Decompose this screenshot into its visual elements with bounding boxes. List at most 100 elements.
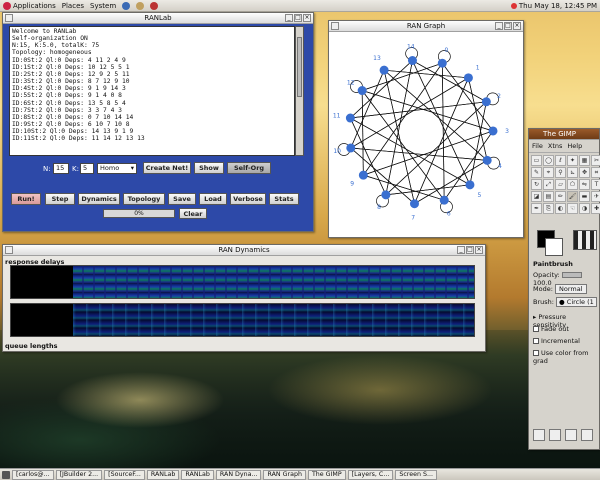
graph-node[interactable] [409, 199, 419, 209]
pattern-preview[interactable] [573, 230, 597, 250]
mode-select[interactable]: Normal [554, 284, 587, 294]
console-scrollbar[interactable] [295, 26, 304, 156]
clone-icon[interactable]: ⎘ [543, 203, 554, 214]
show-desktop-icon[interactable] [2, 470, 10, 479]
n-field[interactable]: 15 [53, 163, 69, 174]
ellipse-select-icon[interactable]: ◯ [543, 155, 554, 166]
maximize-icon[interactable]: □ [466, 246, 474, 254]
graph-node[interactable] [381, 190, 391, 200]
scrollbar-thumb[interactable] [297, 37, 302, 97]
color-select-icon[interactable]: ▦ [579, 155, 590, 166]
task-screenshot[interactable]: Screen S... [395, 469, 437, 480]
graph-node[interactable] [345, 113, 355, 123]
graph-node[interactable] [439, 195, 449, 205]
paintbrush-icon[interactable]: 🖌 [567, 191, 578, 202]
incremental-checkbox[interactable]: Incremental [533, 337, 580, 345]
ranlab-titlebar[interactable]: RANLab _ □ × [3, 13, 313, 24]
convolve-icon[interactable]: ◐ [555, 203, 566, 214]
graph-node[interactable] [379, 65, 389, 75]
text-icon[interactable]: T [591, 179, 600, 190]
task-terminal[interactable]: [carlos@... [12, 469, 54, 480]
step-button[interactable]: Step [45, 193, 75, 205]
run-button[interactable]: Run! [11, 193, 41, 205]
delete-options-icon[interactable] [565, 429, 577, 441]
bucket-fill-icon[interactable]: ◪ [531, 191, 542, 202]
pencil-icon[interactable]: ✏ [555, 191, 566, 202]
globe-icon[interactable] [122, 1, 131, 10]
graph-node[interactable] [481, 97, 491, 107]
opacity-slider[interactable] [561, 272, 582, 278]
flip-icon[interactable]: ⇋ [579, 179, 590, 190]
scale-icon[interactable]: ⤢ [543, 179, 554, 190]
menu-xtns[interactable]: Xtns [548, 142, 563, 150]
close-icon[interactable]: × [303, 14, 311, 22]
smudge-icon[interactable]: ☜ [567, 203, 578, 214]
topology-button[interactable]: Topology [123, 193, 165, 205]
menu-file[interactable]: File [532, 142, 543, 150]
console-output[interactable]: Welcome to RANLab Self-organization ON N:1… [9, 26, 295, 156]
task-ran-graph[interactable]: RAN Graph [263, 469, 306, 480]
eraser-icon[interactable]: ▬ [579, 191, 590, 202]
applications-menu[interactable]: Applications [3, 1, 56, 10]
fade-out-checkbox[interactable]: Fade out [533, 325, 569, 333]
network-graph[interactable]: 01234567891011121314 [329, 32, 523, 237]
minimize-icon[interactable]: _ [457, 246, 465, 254]
brush-select[interactable]: ● Circle (1 [556, 297, 597, 307]
create-net-button[interactable]: Create Net! [143, 162, 191, 174]
zoom-icon[interactable]: ⚲ [555, 167, 566, 178]
stats-button[interactable]: Stats [269, 193, 299, 205]
minimize-icon[interactable]: _ [285, 14, 293, 22]
mail-icon[interactable] [136, 1, 145, 10]
airbrush-icon[interactable]: ✈ [591, 191, 600, 202]
heal-icon[interactable]: ✚ [591, 203, 600, 214]
rect-select-icon[interactable]: ▭ [531, 155, 542, 166]
graph-node[interactable] [488, 126, 498, 136]
task-ranlab-2[interactable]: RANLab [181, 469, 214, 480]
dodge-icon[interactable]: ◑ [579, 203, 590, 214]
window-menu-icon[interactable] [5, 246, 13, 254]
graph-node[interactable] [358, 170, 368, 180]
graph-node[interactable] [407, 56, 417, 66]
menu-help[interactable]: Help [567, 142, 582, 150]
graph-node[interactable] [482, 155, 492, 165]
graph-node[interactable] [465, 180, 475, 190]
minimize-icon[interactable]: _ [495, 22, 503, 30]
scissors-icon[interactable]: ✂ [591, 155, 600, 166]
save-button[interactable]: Save [168, 193, 196, 205]
task-sourceforge[interactable]: [SourceF... [104, 469, 145, 480]
help-icon[interactable] [150, 1, 159, 10]
gimp-titlebar[interactable]: The GIMP [529, 129, 599, 140]
task-ran-dynamics[interactable]: RAN Dyna... [215, 469, 262, 480]
graph-node[interactable] [463, 73, 473, 83]
blend-icon[interactable]: ▤ [543, 191, 554, 202]
show-button[interactable]: Show [194, 162, 224, 174]
window-menu-icon[interactable] [331, 22, 339, 30]
maximize-icon[interactable]: □ [504, 22, 512, 30]
paths-icon[interactable]: ✎ [531, 167, 542, 178]
rotate-icon[interactable]: ↻ [531, 179, 542, 190]
system-menu[interactable]: System [90, 2, 116, 10]
background-color[interactable] [545, 238, 563, 256]
graph-node[interactable] [346, 143, 356, 153]
graph-node[interactable] [437, 58, 447, 68]
fuzzy-select-icon[interactable]: ✦ [567, 155, 578, 166]
graph-node[interactable] [357, 86, 367, 96]
load-button[interactable]: Load [199, 193, 227, 205]
dynamics-button[interactable]: Dynamics [78, 193, 120, 205]
perspective-icon[interactable]: ⬠ [567, 179, 578, 190]
shear-icon[interactable]: ▱ [555, 179, 566, 190]
measure-icon[interactable]: ⊾ [567, 167, 578, 178]
ran-dynamics-titlebar[interactable]: RAN Dynamics _ □ × [3, 245, 485, 256]
ink-icon[interactable]: ✒ [531, 203, 542, 214]
topology-select[interactable]: Homo ▾ [97, 163, 137, 174]
restore-options-icon[interactable] [549, 429, 561, 441]
clear-button[interactable]: Clear [179, 208, 207, 219]
close-icon[interactable]: × [475, 246, 483, 254]
color-picker-icon[interactable]: ⌖ [543, 167, 554, 178]
task-ranlab-1[interactable]: RANLab [146, 469, 180, 480]
task-gimp[interactable]: The GIMP [307, 469, 346, 480]
window-menu-icon[interactable] [5, 14, 13, 22]
move-icon[interactable]: ✥ [579, 167, 590, 178]
save-options-icon[interactable] [533, 429, 545, 441]
task-layers[interactable]: [Layers, C... [347, 469, 394, 480]
